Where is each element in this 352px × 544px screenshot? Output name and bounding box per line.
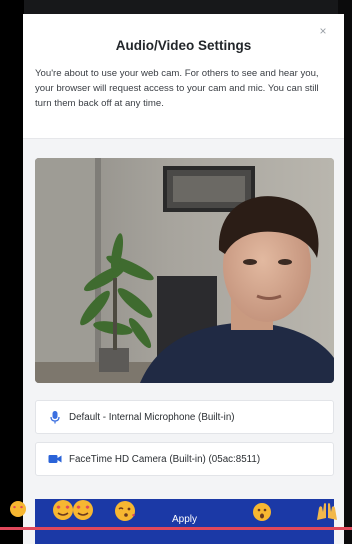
close-icon[interactable]: × — [319, 24, 326, 38]
camera-select[interactable]: FaceTime HD Camera (Built-in) (05ac:8511… — [35, 442, 334, 476]
modal-header: × Audio/Video Settings You're about to u… — [23, 14, 344, 139]
surprised-emoji-icon — [253, 503, 271, 521]
raised-hands-emoji-icon — [317, 503, 337, 520]
av-settings-modal: × Audio/Video Settings You're about to u… — [23, 14, 344, 544]
reaction-track — [0, 527, 352, 530]
microphone-select[interactable]: Default - Internal Microphone (Built-in) — [35, 400, 334, 434]
modal-title: Audio/Video Settings — [115, 38, 252, 53]
camera-label: FaceTime HD Camera (Built-in) (05ac:8511… — [69, 453, 261, 465]
heart-eyes-emoji-icon — [73, 500, 93, 520]
modal-description: You're about to use your web cam. For ot… — [35, 68, 319, 109]
microphone-label: Default - Internal Microphone (Built-in) — [69, 411, 235, 423]
video-camera-icon — [48, 455, 62, 463]
camera-preview — [35, 158, 334, 383]
kissing-heart-emoji-icon — [115, 501, 135, 521]
left-background — [0, 0, 24, 544]
camera-preview-image — [35, 158, 334, 383]
microphone-icon — [50, 411, 60, 424]
heart-eyes-emoji-icon — [10, 501, 26, 517]
heart-eyes-emoji-icon — [53, 500, 73, 520]
close-button[interactable]: × — [316, 24, 330, 38]
